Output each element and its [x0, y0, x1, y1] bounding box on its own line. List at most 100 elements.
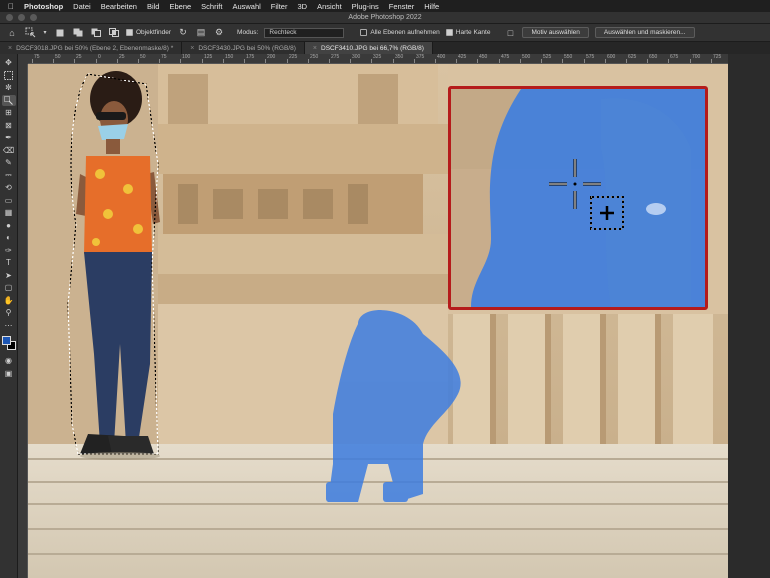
ruler-tick-label: 725 — [713, 54, 722, 60]
ruler-tick-label: 275 — [331, 54, 340, 60]
frame-tool-icon[interactable]: ⊠ — [2, 120, 16, 132]
tab-label: DSCF3018.JPG bei 50% (Ebene 2, Ebenenmas… — [16, 44, 174, 52]
menu-item-schrift[interactable]: Schrift — [201, 2, 222, 11]
refresh-icon[interactable]: ↻ — [177, 27, 189, 39]
menu-item-datei[interactable]: Datei — [73, 2, 91, 11]
foreground-color-swatch[interactable] — [1, 336, 11, 345]
rectangle-tool-icon[interactable]: ▢ — [2, 282, 16, 294]
show-all-objects-icon[interactable]: ▤ — [195, 27, 207, 39]
healing-brush-icon[interactable]: ⌫ — [2, 145, 16, 157]
subtract-selection-icon[interactable] — [90, 27, 102, 39]
menu-item-auswahl[interactable]: Auswahl — [232, 2, 260, 11]
ruler-tick — [414, 59, 415, 63]
speech-bubble-icon[interactable]: □ — [504, 27, 516, 39]
menu-item-ebene[interactable]: Ebene — [169, 2, 191, 11]
ruler-tick — [350, 59, 351, 63]
pen-tool-icon[interactable]: ✑ — [2, 245, 16, 257]
ruler-tick-label: 225 — [289, 54, 298, 60]
ruler-tick-label: 700 — [692, 54, 701, 60]
brush-tool-icon[interactable]: ✎ — [2, 157, 16, 169]
move-tool-icon[interactable]: ✥ — [2, 57, 16, 69]
object-selection-tool-icon[interactable] — [1, 94, 16, 106]
ruler-tick — [32, 59, 33, 63]
marquee-tool-icon[interactable] — [2, 70, 16, 82]
quick-mask-icon[interactable]: ◉ — [2, 355, 16, 367]
menu-item-plugins[interactable]: Plug-ins — [352, 2, 379, 11]
ruler-tick-label: 25 — [119, 54, 125, 60]
screen-mode-icon[interactable]: ▣ — [2, 368, 16, 380]
ruler-tick-label: 625 — [628, 54, 637, 60]
eraser-tool-icon[interactable]: ▭ — [2, 195, 16, 207]
hand-tool-icon[interactable]: ✋ — [2, 295, 16, 307]
more-tools-icon[interactable]: ⋯ — [2, 320, 16, 332]
clone-stamp-icon[interactable]: ⎓ — [2, 170, 16, 182]
ruler-tick-label: 500 — [522, 54, 531, 60]
ruler-vertical — [18, 64, 28, 578]
menu-item-hilfe[interactable]: Hilfe — [424, 2, 439, 11]
ruler-tick-label: 175 — [246, 54, 255, 60]
menu-bar:  Photoshop Datei Bearbeiten Bild Ebene … — [0, 0, 770, 12]
zoom-tool-icon[interactable]: ⚲ — [2, 307, 16, 319]
ruler-tick-label: 325 — [373, 54, 382, 60]
blur-tool-icon[interactable]: ● — [2, 220, 16, 232]
ruler-tick-label: 550 — [564, 54, 573, 60]
ruler-tick — [562, 59, 563, 63]
auswaehlen-maskieren-button[interactable]: Auswählen und maskieren... — [594, 27, 695, 38]
ruler-tick — [329, 59, 330, 63]
color-swatches[interactable] — [1, 336, 16, 350]
modus-value: Rechteck — [269, 29, 297, 36]
path-selection-icon[interactable]: ➤ — [2, 270, 16, 282]
harte-kante-checkbox[interactable]: Harte Kante — [445, 29, 490, 36]
tab-dscf3430[interactable]: × DSCF3430.JPG bei 50% (RGB/8) — [182, 42, 305, 54]
tab-dscf3410[interactable]: × DSCF3410.JPG bei 66,7% (RGB/8) — [304, 42, 433, 54]
menu-item-bild[interactable]: Bild — [147, 2, 160, 11]
ruler-tick — [287, 59, 288, 63]
ruler-tick — [711, 59, 712, 63]
chevron-down-icon[interactable]: ▾ — [42, 27, 48, 39]
gear-icon[interactable]: ⚙ — [213, 27, 225, 39]
menu-item-3d[interactable]: 3D — [297, 2, 307, 11]
menu-item-filter[interactable]: Filter — [271, 2, 288, 11]
motiv-auswaehlen-button[interactable]: Motiv auswählen — [522, 27, 589, 38]
menu-item-fenster[interactable]: Fenster — [389, 2, 414, 11]
ruler-tick-label: 100 — [182, 54, 191, 60]
close-tab-icon[interactable]: × — [8, 45, 12, 52]
alle-ebenen-checkbox[interactable]: Alle Ebenen aufnehmen — [360, 29, 440, 36]
ruler-tick-label: 25 — [76, 54, 82, 60]
dodge-tool-icon[interactable]: ◐ — [2, 232, 16, 244]
close-tab-icon[interactable]: × — [313, 45, 317, 52]
ruler-tick-label: 575 — [586, 54, 595, 60]
close-tab-icon[interactable]: × — [190, 45, 194, 52]
menu-item-bearbeiten[interactable]: Bearbeiten — [101, 2, 137, 11]
alle-ebenen-checkbox-box[interactable] — [360, 29, 368, 36]
document-canvas[interactable] — [28, 64, 728, 578]
ruler-tick — [626, 59, 627, 63]
crop-tool-icon[interactable]: ⊞ — [2, 107, 16, 119]
type-tool-icon[interactable]: T — [2, 257, 16, 269]
ruler-tick-label: 475 — [501, 54, 510, 60]
ruler-tick — [499, 59, 500, 63]
objektfinder-checkbox[interactable]: Objektfinder — [126, 29, 171, 36]
ruler-tick — [605, 59, 606, 63]
ruler-horizontal: 75 50 25 0 25 50 75 100 125 150 175 200 225 250 275 300… — [28, 54, 728, 64]
object-selection-tool-icon[interactable] — [24, 27, 36, 39]
add-selection-icon[interactable] — [72, 27, 84, 39]
eyedropper-tool-icon[interactable]: ✒ — [2, 132, 16, 144]
home-icon[interactable]: ⌂ — [6, 27, 18, 39]
title-bar: Adobe Photoshop 2022 — [0, 12, 770, 24]
modus-select[interactable]: Rechteck — [264, 27, 345, 38]
ruler-tick-label: 525 — [543, 54, 552, 60]
harte-kante-checkbox-box[interactable] — [445, 29, 453, 36]
gradient-tool-icon[interactable]: ▦ — [2, 207, 16, 219]
ruler-tick-label: 75 — [34, 54, 40, 60]
menu-app-name[interactable]: Photoshop — [24, 2, 63, 11]
new-selection-icon[interactable] — [54, 27, 66, 39]
intersect-selection-icon[interactable] — [108, 27, 120, 39]
lasso-tool-icon[interactable]: ✼ — [2, 82, 16, 94]
menu-item-ansicht[interactable]: Ansicht — [317, 2, 342, 11]
apple-icon[interactable]:  — [8, 2, 14, 11]
history-brush-icon[interactable]: ⟲ — [2, 182, 16, 194]
objektfinder-checkbox-box[interactable] — [126, 29, 133, 36]
tab-dscf3018[interactable]: × DSCF3018.JPG bei 50% (Ebene 2, Ebenenm… — [0, 42, 183, 54]
ruler-tick — [647, 59, 648, 63]
